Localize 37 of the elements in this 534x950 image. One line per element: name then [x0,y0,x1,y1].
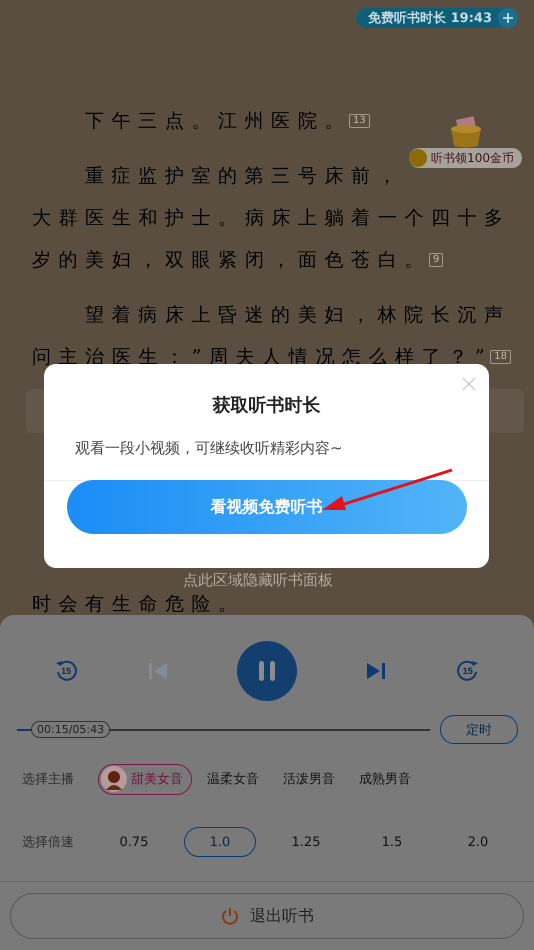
close-icon[interactable] [461,376,477,392]
progress-time: 00:15/05:43 [31,721,110,738]
speed-option[interactable]: 1.25 [270,827,342,857]
watch-video-button[interactable]: 看视频免费听书 [66,480,466,534]
listen-time-label: 免费听书时长 19:43 [368,10,492,27]
dialog-title: 获取听书时长 [212,394,320,417]
listen-time-pill[interactable]: 免费听书时长 19:43 [356,8,518,28]
plus-icon[interactable] [498,8,518,28]
speed-option[interactable]: 1.0 [184,827,256,857]
story-text: 望着病床上昏迷的美妇，林院长沉声 [84,303,511,328]
narrator-option[interactable]: 成熟男音 [356,764,420,794]
story-text: 下午三点。江州医院。 [84,109,351,134]
comment-count[interactable]: 13 [349,114,370,128]
progress-track[interactable]: 00:15/05:43 [17,718,430,740]
speed-option[interactable]: 1.5 [356,827,428,857]
coin-reward-label[interactable]: 听书领100金币 [409,148,522,168]
timer-button[interactable]: 定时 [440,715,518,744]
story-text: 时会有生命危险。 [32,592,245,617]
story-text: 岁的美妇，双眼紧闭，面色苍白。 [32,248,431,273]
speed-option[interactable]: 0.75 [98,827,170,857]
coin-icon [409,149,428,167]
speed-option[interactable]: 2.0 [442,827,514,857]
story-text: 大群医生和护士。病床上躺着一个四十多 [32,206,511,231]
speed-label: 选择倍速 [22,834,75,851]
narrator-option[interactable]: 活泼男音 [280,764,344,794]
comment-count[interactable]: 18 [490,350,511,364]
next-icon[interactable] [365,660,388,682]
exit-button[interactable]: 退出听书 [10,893,524,939]
narrator-option[interactable]: 甜美女音 [98,764,192,794]
comment-count[interactable]: 9 [429,253,444,267]
avatar-icon [101,766,127,792]
narrator-option[interactable]: 温柔女音 [204,764,268,794]
hide-panel-hint[interactable]: 点此区域隐藏听书面板 [183,571,333,590]
story-text: 重症监护室的第三号床前， [84,164,404,189]
power-icon [220,906,240,926]
narrator-label: 选择主播 [22,771,75,788]
dialog-message: 观看一段小视频，可继续收听精彩内容~ [75,439,343,458]
